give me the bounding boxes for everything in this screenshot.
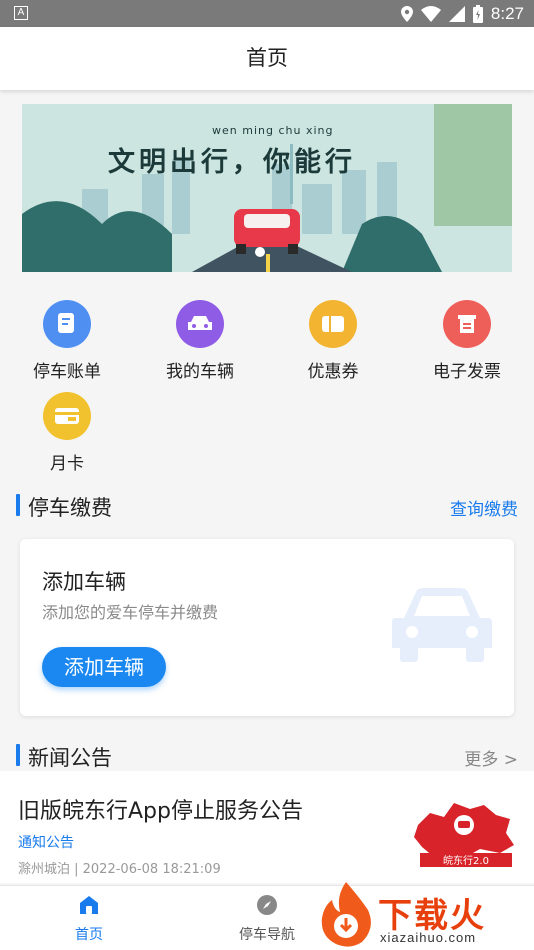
signal-icon xyxy=(448,6,465,22)
car-icon xyxy=(176,300,224,348)
news-meta: 滁州城泊 | 2022-06-08 18:21:09 xyxy=(18,862,221,877)
section-title: 停车缴费 xyxy=(28,496,112,520)
menu-label: 停车账单 xyxy=(33,362,101,382)
menu-monthly-card[interactable]: 月卡 xyxy=(12,392,122,474)
add-vehicle-card: 添加车辆 添加您的爱车停车并缴费 添加车辆 xyxy=(20,539,514,716)
bill-icon xyxy=(43,300,91,348)
news-title: 旧版皖东行App停止服务公告 xyxy=(18,799,303,824)
section-accent-bar xyxy=(16,494,20,516)
menu-label: 我的车辆 xyxy=(166,362,234,382)
menu-label: 月卡 xyxy=(50,454,84,474)
menu-label: 优惠券 xyxy=(307,362,359,382)
page-title: 首页 xyxy=(246,46,288,70)
nav-label: 停车导航 xyxy=(239,927,295,943)
news-thumbnail: 皖东行2.0 xyxy=(414,803,514,867)
section-accent-bar xyxy=(16,744,20,766)
parking-section-header: 停车缴费 查询缴费 xyxy=(16,492,518,520)
card-title: 添加车辆 xyxy=(42,570,126,594)
menu-coupons[interactable]: 优惠券 xyxy=(278,300,388,382)
banner-slogan: 文明出行，你能行 xyxy=(108,147,356,178)
menu-label: 电子发票 xyxy=(433,362,501,382)
menu-my-vehicles[interactable]: 我的车辆 xyxy=(145,300,255,382)
app-bar: 首页 xyxy=(0,27,534,90)
vip-card-icon xyxy=(43,392,91,440)
status-time: 8:27 xyxy=(490,4,524,23)
coupon-icon xyxy=(309,300,357,348)
nav-label: 首页 xyxy=(75,927,103,943)
watermark-logo: 下载火 xiazaihuo.com xyxy=(316,880,534,950)
menu-e-invoice[interactable]: 电子发票 xyxy=(412,300,522,382)
flame-logo-icon xyxy=(321,882,371,947)
thumbnail-caption: 皖东行2.0 xyxy=(443,854,489,867)
notification-icon: A xyxy=(14,6,28,20)
banner-next-slide xyxy=(434,104,512,226)
news-category-tag: 通知公告 xyxy=(18,835,74,851)
nav-parking-navigation[interactable]: 停车导航 xyxy=(212,894,322,944)
invoice-icon xyxy=(443,300,491,348)
compass-icon xyxy=(257,895,277,915)
query-payment-link[interactable]: 查询缴费 xyxy=(450,495,518,520)
nav-home[interactable]: 首页 xyxy=(34,894,144,944)
more-news-link[interactable]: 更多 > xyxy=(464,745,518,770)
card-subtitle: 添加您的爱车停车并缴费 xyxy=(42,603,219,622)
location-icon xyxy=(400,6,413,22)
news-list-item[interactable]: 旧版皖东行App停止服务公告 通知公告 滁州城泊 | 2022-06-08 18… xyxy=(0,771,534,883)
news-section-header: 新闻公告 更多 > xyxy=(16,742,518,770)
banner-carousel[interactable]: wen ming chu xing 文明出行，你能行 xyxy=(22,104,512,272)
menu-parking-bill[interactable]: 停车账单 xyxy=(12,300,122,382)
status-bar: A 8:27 xyxy=(0,0,534,27)
watermark-url: xiazaihuo.com xyxy=(380,930,477,945)
home-icon xyxy=(80,896,98,914)
banner-pinyin: wen ming chu xing xyxy=(212,124,334,137)
battery-icon xyxy=(472,5,483,23)
add-vehicle-button[interactable]: 添加车辆 xyxy=(42,647,166,687)
car-illustration-icon xyxy=(392,588,492,662)
wifi-icon xyxy=(420,6,441,22)
section-title: 新闻公告 xyxy=(28,746,112,770)
